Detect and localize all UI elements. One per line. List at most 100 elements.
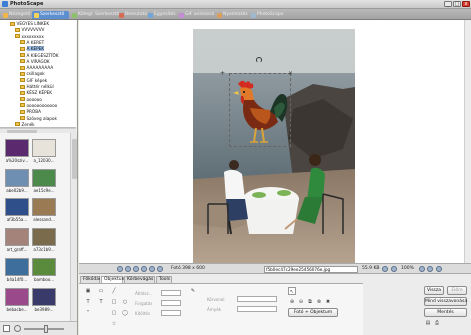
tree-item[interactable]: VVVVVVVV	[15, 27, 44, 33]
rotate-left-icon[interactable]	[117, 266, 123, 272]
scroll-thumb[interactable]	[7, 130, 37, 133]
ellipse-tool-icon[interactable]: ○	[121, 298, 129, 306]
tree-item[interactable]: Szöveg alapok	[20, 116, 57, 122]
redo-button[interactable]: Előre	[447, 286, 467, 295]
view-mode-icon[interactable]	[3, 325, 10, 332]
opacity-field[interactable]	[161, 290, 181, 296]
thumbnail[interactable]: b4a14f0...	[3, 257, 31, 284]
rotate-right-icon[interactable]	[125, 266, 131, 272]
undo-button[interactable]: Vissza	[424, 286, 444, 295]
edit-tab-0[interactable]: Főkódai	[80, 276, 100, 283]
thumbnail[interactable]: alessand...	[30, 198, 58, 224]
tree-item[interactable]: PRÓBA	[20, 109, 41, 115]
rotate-handle-icon[interactable]	[256, 57, 262, 63]
tree-item[interactable]: A VIRÁGOK	[20, 59, 50, 65]
balloon-tool-icon[interactable]: ▭	[97, 287, 105, 295]
thumbnail[interactable]: bebacbe...	[3, 287, 31, 314]
layer-up-icon[interactable]: ⊕	[288, 298, 296, 306]
thumbnail-vertical-scrollbar[interactable]	[70, 133, 77, 335]
thumbnail[interactable]: af3b55a...	[3, 198, 31, 224]
tree-item[interactable]: xxxxxxxxx	[15, 34, 44, 40]
text-tool-icon[interactable]: T	[84, 298, 92, 306]
tab-7[interactable]: PhotoScape	[249, 11, 284, 19]
merge-icon[interactable]: ⊗	[315, 298, 323, 306]
pen-icon[interactable]: ✎	[189, 287, 197, 295]
tab-5[interactable]: GIF animáció	[177, 11, 214, 19]
tree-item-label: A KERET	[26, 39, 45, 45]
zoom-out-icon[interactable]	[382, 266, 388, 272]
tree-item[interactable]: oooooooooooo	[20, 103, 57, 109]
tree-item[interactable]: Zenék	[15, 122, 35, 127]
flip-icon[interactable]	[133, 266, 139, 272]
tree-item[interactable]: A KIEGÉSZÍTŐK	[20, 53, 59, 59]
quote-tool-icon[interactable]: “	[84, 309, 92, 317]
close-button[interactable]: x	[462, 1, 470, 7]
circle-tool-icon[interactable]: ◯	[121, 309, 129, 317]
thumbnail[interactable]: a%20sziv...	[3, 139, 31, 165]
zoom-in-icon[interactable]	[391, 266, 397, 272]
tab-3[interactable]: Bemutató	[117, 11, 147, 19]
thumbnail[interactable]: bamboo...	[30, 257, 58, 284]
outline-select[interactable]	[237, 296, 277, 302]
photo-canvas[interactable]: + ×	[79, 20, 471, 263]
copy-object-icon[interactable]: ⧉	[306, 298, 314, 306]
tree-horizontal-scrollbar[interactable]	[0, 128, 76, 133]
tree-item[interactable]: A KÉPEK	[20, 46, 45, 52]
delete-object-icon[interactable]: ✖	[324, 298, 332, 306]
star-tool-icon[interactable]: ☆	[110, 320, 118, 328]
zoom-out-icon[interactable]	[14, 325, 21, 332]
photo-tool-icon[interactable]: ▣	[84, 287, 92, 295]
tab-1[interactable]: Szerkesztő	[32, 11, 69, 19]
tab-4[interactable]: Egyesítés	[146, 11, 176, 19]
tab-6[interactable]: Nyomtatás	[215, 11, 248, 19]
photo-object-button[interactable]: Fotó + Objektum	[288, 308, 338, 317]
prev-image-icon[interactable]	[149, 266, 155, 272]
resize-handle-plus-icon[interactable]: +	[220, 70, 225, 77]
select-cursor-icon[interactable]: ↖	[288, 287, 296, 295]
save-button[interactable]: Mentés	[424, 308, 467, 317]
thumbnail[interactable]: ae15c9e...	[30, 168, 58, 195]
close-object-icon[interactable]: ×	[288, 70, 293, 77]
menu-icon[interactable]: ▤	[424, 319, 432, 327]
text-color-icon[interactable]: T	[97, 298, 105, 306]
edit-tab-2[interactable]: Körbevágás	[124, 276, 155, 283]
minimize-button[interactable]: _	[444, 1, 452, 7]
tab-2[interactable]: Kötegl. Szerkesztő	[70, 11, 119, 19]
thumbnail[interactable]: abe02b9...	[3, 168, 31, 195]
tree-item[interactable]: csillagok	[20, 71, 45, 77]
tree-item[interactable]: A KERET	[20, 40, 44, 46]
rotate-field[interactable]	[161, 300, 181, 306]
canvas-vertical-scrollbar[interactable]	[464, 20, 471, 263]
fit-icon[interactable]	[141, 266, 147, 272]
tree-item[interactable]: GIF képek	[20, 78, 47, 84]
shadow-select[interactable]	[237, 306, 277, 312]
undo-all-button[interactable]: Mind visszavonása	[424, 297, 467, 306]
fullscreen-icon[interactable]	[436, 266, 442, 272]
maximize-button[interactable]: □	[453, 1, 461, 7]
rectangle-tool-icon[interactable]: □	[110, 298, 118, 306]
tree-item[interactable]: KÉSZ KÉPEK	[20, 90, 52, 96]
scroll-thumb[interactable]	[72, 139, 77, 179]
thumbnail[interactable]: a_12030...	[30, 139, 58, 165]
fill-field[interactable]	[161, 310, 181, 316]
thumbnail[interactable]: a73c1b9...	[30, 228, 58, 254]
tree-item[interactable]: Háttér nélkül	[20, 84, 54, 90]
tree-item[interactable]: VEGYES LINKEK	[10, 21, 49, 27]
print-icon[interactable]: ⎙	[433, 319, 441, 327]
rounded-rect-tool-icon[interactable]: ▢	[110, 309, 118, 317]
thumbnail[interactable]: be3989...	[30, 287, 58, 314]
tree-item[interactable]: AAAAAAAAA	[20, 65, 53, 71]
tree-item[interactable]: oooooo	[20, 97, 42, 103]
rooster-object[interactable]	[230, 78, 290, 146]
thumbnail[interactable]: art_graff...	[3, 228, 31, 254]
next-image-icon[interactable]	[157, 266, 163, 272]
layer-down-icon[interactable]: ⊖	[297, 298, 305, 306]
zoom-fit-icon[interactable]	[419, 266, 425, 272]
slider-handle[interactable]	[44, 325, 48, 333]
tab-0[interactable]: Nézegető	[1, 11, 31, 19]
line-tool-icon[interactable]: ╱	[110, 287, 118, 295]
actual-size-icon[interactable]	[427, 266, 433, 272]
edit-tab-1[interactable]: Objektum	[101, 276, 126, 283]
edit-tab-3[interactable]: Tools	[156, 276, 172, 283]
zoom-level[interactable]: 100%	[401, 266, 414, 271]
